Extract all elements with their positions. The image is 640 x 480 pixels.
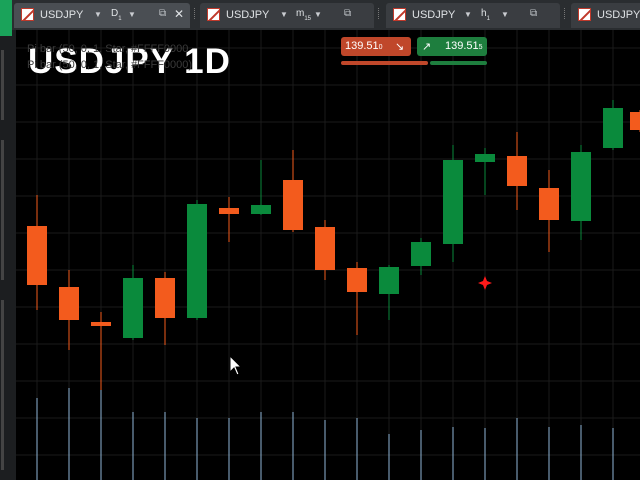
candle-body [155, 278, 175, 318]
candle-body [347, 268, 367, 292]
candle-body [187, 204, 207, 318]
buy-price: 139.515 [445, 40, 483, 52]
candle-body [411, 242, 431, 266]
candle-body [379, 267, 399, 294]
arrow-up-right-icon: ↗ [422, 41, 432, 53]
candle-body [603, 108, 623, 148]
indicator-label: Pi bar (50, 0, 1, Star, #FFFF0000) [27, 59, 193, 71]
candle-body [59, 287, 79, 320]
buy-button[interactable]: ↗ 139.515 [417, 37, 487, 56]
sell-spread-bar [341, 61, 428, 65]
star-marker-icon [478, 276, 492, 290]
arrow-down-right-icon: ↘ [395, 41, 405, 53]
candle-body [630, 112, 640, 130]
sell-price: 139.510 [345, 40, 383, 52]
indicator-label: Pi bar (50, 0, 1, Star, #FFFF0000 [27, 43, 189, 55]
candle-body [315, 227, 335, 270]
sell-button[interactable]: 139.510 ↘ [341, 37, 411, 56]
candle-body [91, 322, 111, 326]
candle-body [123, 278, 143, 338]
candle-body [507, 156, 527, 186]
candle-body [251, 205, 271, 214]
candle-body [27, 226, 47, 285]
candle-body [571, 152, 591, 221]
candle-body [443, 160, 463, 244]
candle-body [219, 208, 239, 214]
candle-body [539, 188, 559, 220]
buy-spread-bar [430, 61, 487, 65]
candle-body [475, 154, 495, 162]
mouse-pointer-icon [229, 354, 243, 376]
candle-body [283, 180, 303, 230]
